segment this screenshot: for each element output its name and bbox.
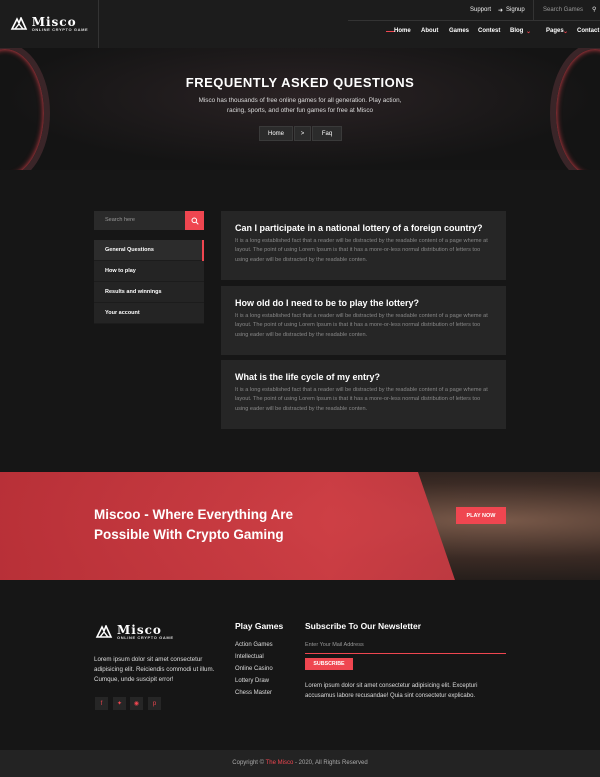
- play-now-button[interactable]: PLAY NOW: [456, 507, 506, 524]
- footer-link[interactable]: Online Casino: [235, 666, 273, 672]
- faq-search-button[interactable]: [185, 211, 204, 230]
- logo-mark-icon: [95, 625, 113, 638]
- breadcrumb-current: Faq: [312, 126, 342, 141]
- faq-card[interactable]: What is the life cycle of my entry? It i…: [221, 360, 506, 429]
- footer-link[interactable]: Intellectual: [235, 654, 264, 660]
- nav-home[interactable]: Home: [394, 28, 411, 34]
- page-title: FREQUENTLY ASKED QUESTIONS: [185, 75, 415, 90]
- category-how-to-play[interactable]: How to play: [94, 261, 204, 282]
- faq-question: What is the life cycle of my entry?: [235, 372, 381, 382]
- hero-description: Misco has thousands of free online games…: [198, 97, 402, 114]
- right-decor-ring: [550, 48, 600, 170]
- faq-answer: It is a long established fact that a rea…: [235, 387, 488, 412]
- nav-about[interactable]: About: [421, 28, 438, 34]
- left-decor-ring: [0, 48, 50, 170]
- blog-chevron-down-icon: ⌄: [526, 29, 532, 35]
- logo[interactable]: Misco ONLINE CRYPTO GAME: [10, 16, 89, 32]
- signup-link[interactable]: Signup: [506, 7, 525, 13]
- category-results-winnings[interactable]: Results and winnings: [94, 282, 204, 303]
- subscribe-button[interactable]: SUBSCRIBE: [305, 658, 353, 670]
- newsletter-email-input[interactable]: Enter Your Mail Address: [305, 638, 506, 654]
- breadcrumb-separator: >: [294, 126, 311, 141]
- play-games-heading: Play Games: [235, 621, 284, 631]
- footer-brand-tagline: ONLINE CRYPTO GAME: [117, 635, 174, 640]
- banner-title: Miscoo - Where Everything Are Possible W…: [94, 507, 294, 542]
- top-bar: Support ➜ Signup Search Games ⚲: [348, 0, 600, 21]
- facebook-icon[interactable]: f: [95, 697, 108, 710]
- nav-games[interactable]: Games: [449, 28, 469, 34]
- footer-link[interactable]: Chess Master: [235, 690, 272, 696]
- faq-answer: It is a long established fact that a rea…: [235, 313, 488, 338]
- breadcrumb-home[interactable]: Home: [259, 126, 293, 141]
- pinterest-icon[interactable]: p: [148, 697, 161, 710]
- nav-blog[interactable]: Blog: [510, 28, 523, 34]
- site-footer: [0, 580, 600, 750]
- nav-contact[interactable]: Contact: [577, 28, 599, 34]
- twitter-icon[interactable]: ✦: [113, 697, 126, 710]
- pages-chevron-down-icon: ⌄: [563, 29, 569, 35]
- faq-card[interactable]: Can I participate in a national lottery …: [221, 211, 506, 280]
- category-your-account[interactable]: Your account: [94, 303, 204, 324]
- copyright-brand-link[interactable]: The Misco: [266, 760, 294, 766]
- signup-icon: ➜: [498, 8, 504, 14]
- brand-tagline: ONLINE CRYPTO GAME: [31, 27, 89, 32]
- newsletter-description: Lorem ipsum dolor sit amet consectetur a…: [305, 683, 478, 699]
- footer-logo[interactable]: Misco ONLINE CRYPTO GAME: [95, 624, 174, 640]
- nav-contest[interactable]: Contest: [478, 28, 500, 34]
- faq-card[interactable]: How old do I need to be to play the lott…: [221, 286, 506, 355]
- logo-mark-icon: [10, 17, 27, 30]
- search-icon[interactable]: ⚲: [592, 6, 596, 13]
- nav-pages[interactable]: Pages: [546, 28, 564, 34]
- copyright-bar: Copyright © The Misco - 2020, All Rights…: [0, 750, 600, 777]
- footer-link[interactable]: Action Games: [235, 642, 273, 648]
- search-icon: [191, 217, 199, 225]
- footer-link[interactable]: Lottery Draw: [235, 678, 269, 684]
- game-search-input[interactable]: Search Games: [543, 7, 583, 13]
- footer-about: Lorem ipsum dolor sit amet consectetur a…: [94, 656, 215, 683]
- faq-answer: It is a long established fact that a rea…: [235, 238, 488, 263]
- instagram-icon[interactable]: ◉: [130, 697, 143, 710]
- faq-question: Can I participate in a national lottery …: [235, 223, 483, 233]
- category-general-questions[interactable]: General Questions: [94, 240, 204, 261]
- copyright-suffix: - 2020, All Rights Reserved: [295, 760, 368, 766]
- support-link[interactable]: Support: [470, 7, 491, 13]
- newsletter-heading: Subscribe To Our Newsletter: [305, 621, 422, 631]
- faq-category-menu: General Questions How to play Results an…: [94, 240, 204, 324]
- copyright-prefix: Copyright ©: [232, 760, 265, 766]
- logo-box[interactable]: Misco ONLINE CRYPTO GAME: [0, 0, 99, 48]
- game-search[interactable]: Search Games ⚲: [533, 0, 600, 21]
- faq-question: How old do I need to be to play the lott…: [235, 298, 420, 308]
